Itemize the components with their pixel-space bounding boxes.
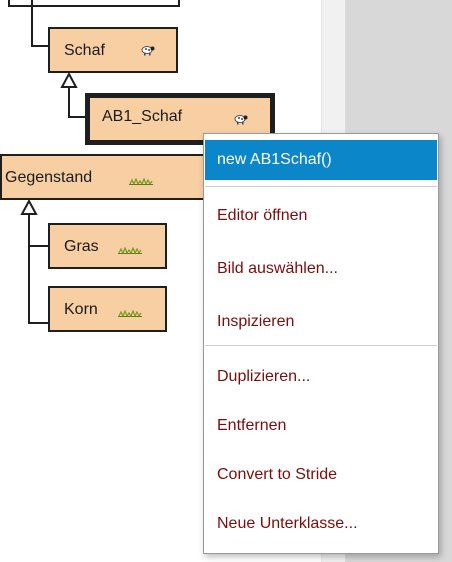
menu-item-entfernen[interactable]: Entfernen — [205, 406, 437, 446]
greenfoot-class-diagram-window: Schaf AB1_Schaf Gegenstand Gras Korn new… — [0, 0, 452, 562]
menu-item-neue-unterklasse[interactable]: Neue Unterklasse... — [205, 504, 437, 544]
class-label-korn: Korn — [64, 301, 98, 318]
menu-item-duplizieren[interactable]: Duplizieren... — [205, 357, 437, 397]
gras-inheritance-line-horizontal — [28, 245, 48, 247]
ab1-schaf-inheritance-line-vertical — [68, 87, 70, 118]
sheep-icon — [141, 46, 155, 56]
menu-item-new-instance[interactable]: new AB1Schaf() — [205, 140, 437, 180]
class-label-schaf: Schaf — [64, 42, 105, 59]
sheep-icon — [234, 115, 248, 125]
menu-separator — [205, 345, 437, 346]
schaf-inheritance-line-horizontal — [31, 45, 48, 47]
grass-icon — [118, 310, 142, 317]
menu-item-inspizieren[interactable]: Inspizieren — [205, 302, 437, 342]
class-label-gegenstand: Gegenstand — [5, 169, 93, 186]
top-box-fragment-right-edge — [178, 0, 180, 7]
grass-icon — [118, 247, 142, 254]
gegenstand-tree-line-vertical — [28, 214, 30, 324]
class-box-korn[interactable]: Korn — [48, 286, 167, 332]
class-label-gras: Gras — [64, 238, 99, 255]
schaf-inheritance-line-vertical — [31, 0, 33, 47]
korn-inheritance-line-horizontal — [28, 322, 48, 324]
menu-item-bild-auswaehlen[interactable]: Bild auswählen... — [205, 249, 437, 289]
menu-item-convert-to-stride[interactable]: Convert to Stride — [205, 455, 437, 495]
class-box-schaf[interactable]: Schaf — [48, 27, 178, 73]
ab1-schaf-inheritance-line-horizontal — [68, 116, 85, 118]
menu-separator — [205, 186, 437, 187]
class-label-ab1-schaf: AB1_Schaf — [102, 108, 183, 125]
menu-item-editor-oeffnen[interactable]: Editor öffnen — [205, 196, 437, 236]
grass-icon — [129, 178, 153, 185]
class-box-gegenstand[interactable]: Gegenstand — [0, 154, 215, 200]
class-context-menu: new AB1Schaf() Editor öffnen Bild auswäh… — [203, 133, 439, 554]
top-box-fragment-bottom-edge — [8, 5, 180, 7]
class-box-gras[interactable]: Gras — [48, 223, 167, 269]
